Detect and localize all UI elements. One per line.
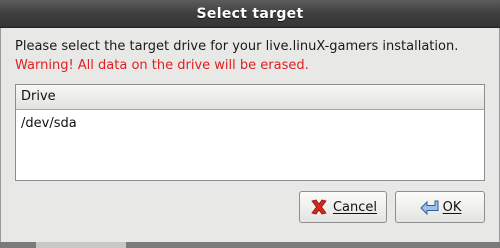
instruction-text: Please select the target drive for your … <box>15 39 459 54</box>
bottom-frame-edge <box>0 242 500 248</box>
drive-row[interactable]: /dev/sda <box>16 114 484 134</box>
cancel-x-icon <box>309 197 329 217</box>
drive-column-header[interactable]: Drive <box>16 85 484 110</box>
title-bar: Select target <box>0 0 500 28</box>
window-title: Select target <box>196 5 304 22</box>
warning-text: Warning! All data on the drive will be e… <box>15 58 309 73</box>
cancel-button[interactable]: Cancel <box>299 191 387 223</box>
ok-button-label: OK <box>442 199 462 215</box>
scrollbar-thumb <box>36 242 126 248</box>
ok-arrow-icon <box>419 197 439 217</box>
cancel-button-label: Cancel <box>332 199 378 215</box>
ok-button[interactable]: OK <box>395 191 485 223</box>
drive-list[interactable]: Drive /dev/sda <box>15 84 485 181</box>
select-target-dialog: Please select the target drive for your … <box>0 28 500 248</box>
